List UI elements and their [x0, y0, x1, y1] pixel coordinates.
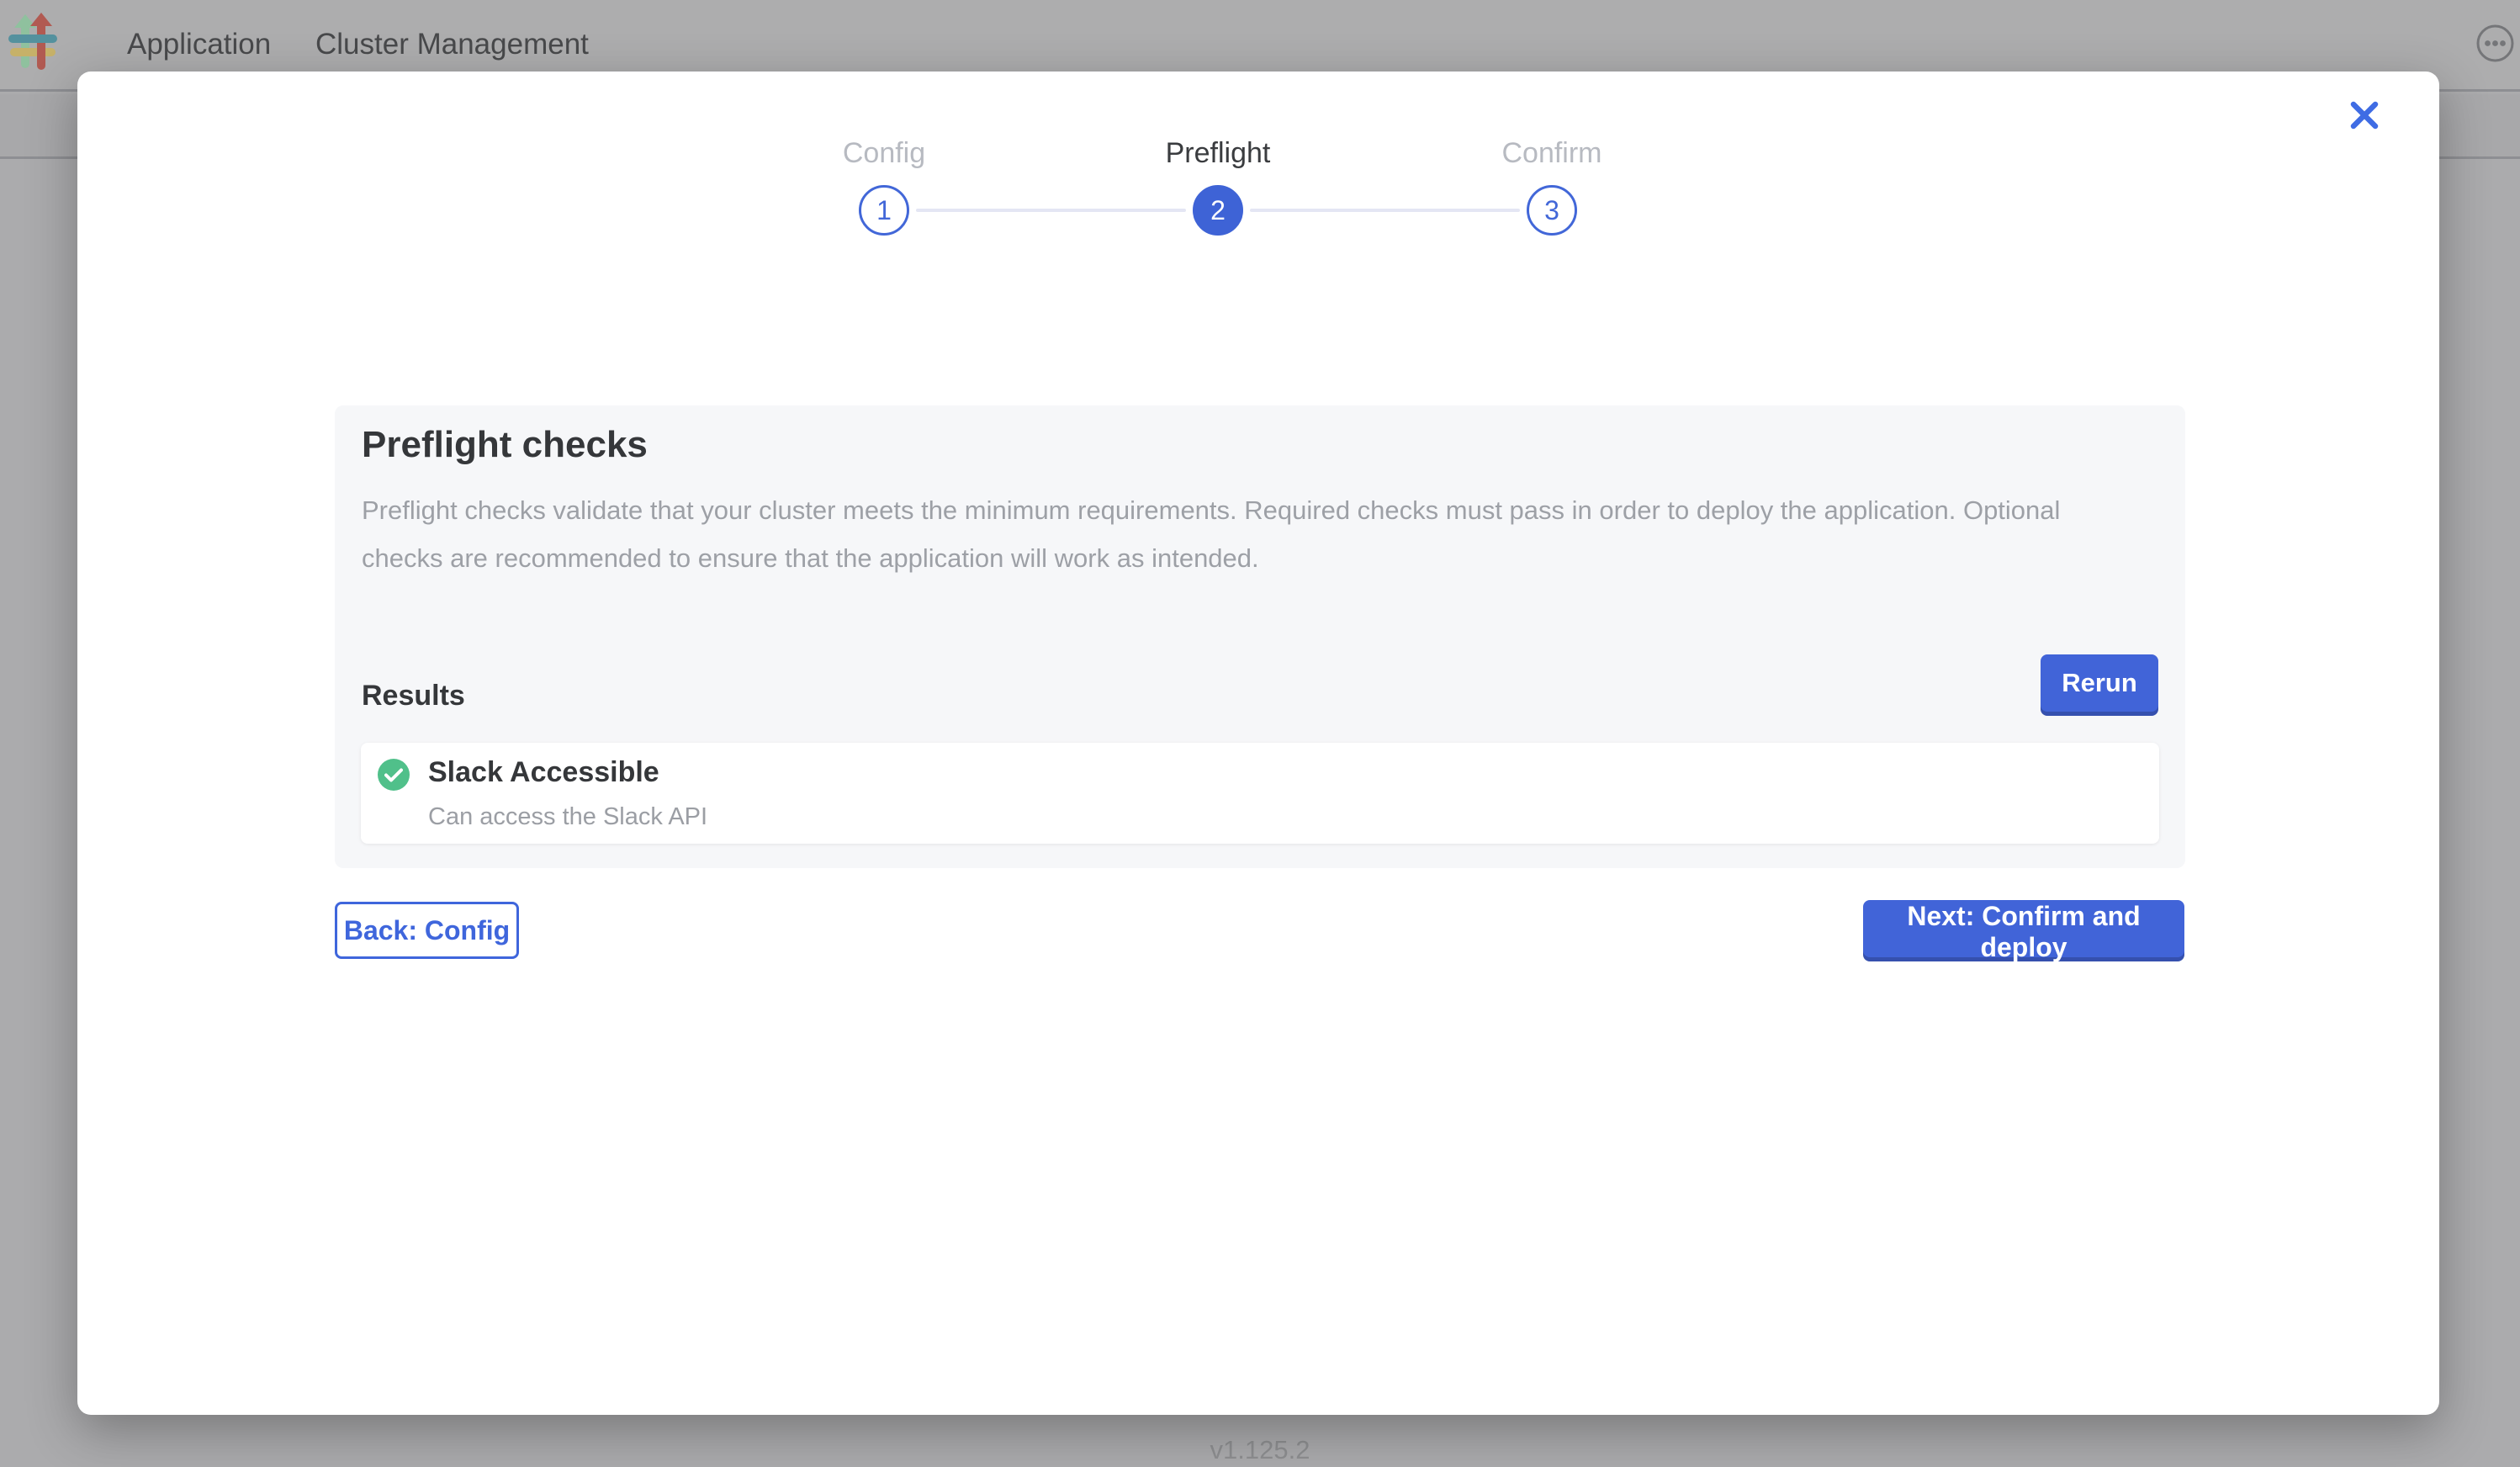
close-icon[interactable] [2343, 93, 2386, 137]
preflight-title: Preflight checks [362, 424, 648, 466]
app-version-label: v1.125.2 [0, 1435, 2520, 1465]
step-label: Config [775, 135, 993, 172]
next-confirm-deploy-button[interactable]: Next: Confirm and deploy [1863, 900, 2184, 957]
preflight-card: Preflight checks Preflight checks valida… [335, 405, 2185, 868]
step-number-badge: 2 [1193, 185, 1243, 236]
preflight-check-row: Slack Accessible Can access the Slack AP… [361, 743, 2159, 844]
stepper-step-config: Config 1 [775, 135, 993, 236]
results-heading: Results [362, 680, 465, 712]
app-screen: Application Cluster Management v1.125.2 … [0, 0, 2520, 1467]
back-config-button[interactable]: Back: Config [335, 902, 519, 959]
app-logo-icon [8, 13, 61, 73]
stepper-step-confirm: Confirm 3 [1443, 135, 1661, 236]
overflow-menu-icon[interactable] [2476, 24, 2514, 62]
step-label: Confirm [1443, 135, 1661, 172]
check-detail: Can access the Slack API [428, 803, 707, 831]
deploy-wizard-modal: Config 1 Preflight 2 Confirm 3 Preflight… [77, 71, 2439, 1415]
preflight-description: Preflight checks validate that your clus… [362, 486, 2128, 582]
step-number-badge: 3 [1527, 185, 1577, 236]
check-name: Slack Accessible [428, 756, 659, 789]
step-number-badge: 1 [859, 185, 909, 236]
stepper-step-preflight: Preflight 2 [1109, 135, 1327, 236]
step-label: Preflight [1109, 135, 1327, 172]
check-pass-icon [378, 759, 410, 791]
rerun-button[interactable]: Rerun [2041, 654, 2158, 712]
